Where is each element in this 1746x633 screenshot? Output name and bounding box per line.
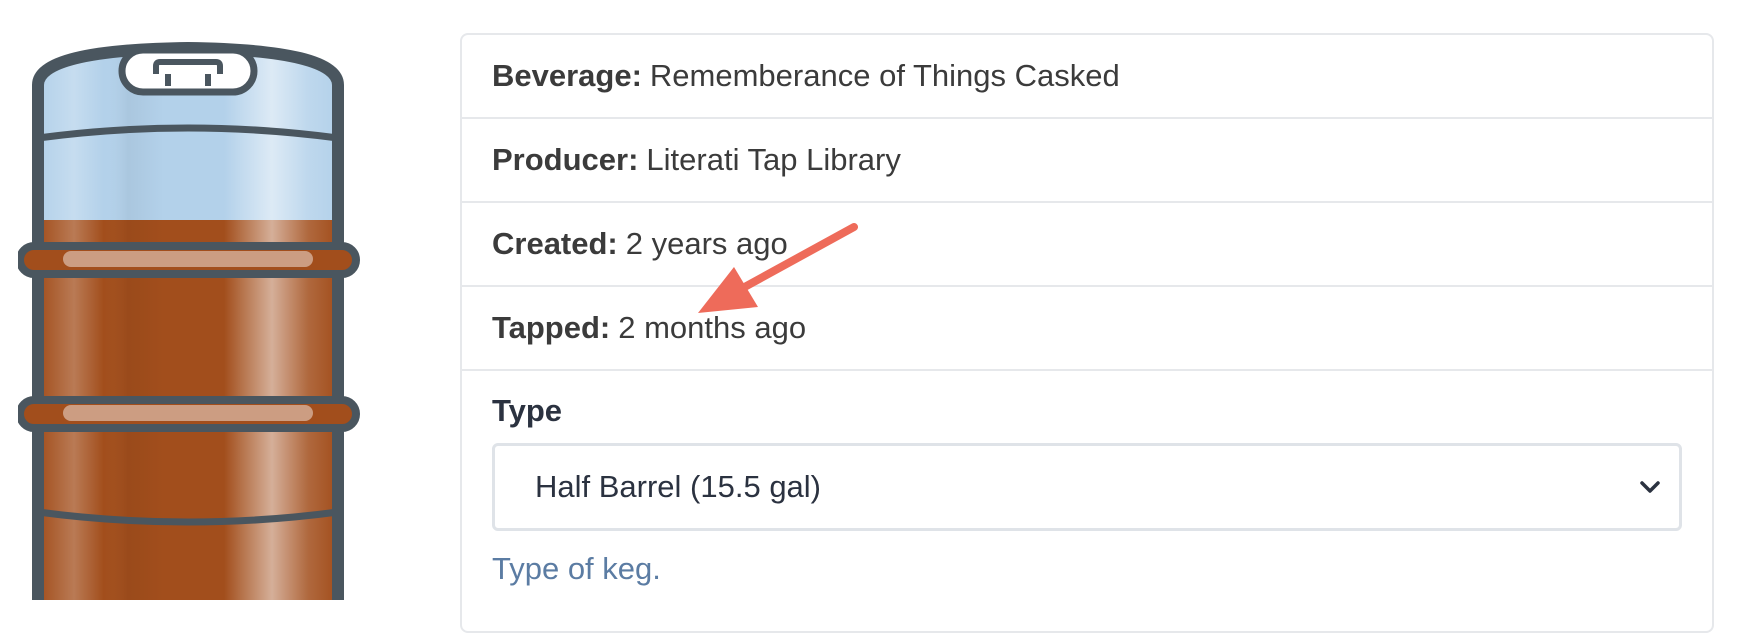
beverage-value: Rememberance of Things Casked [649, 58, 1120, 93]
beverage-label: Beverage: [492, 58, 642, 93]
created-row: Created: 2 years ago [462, 203, 1712, 287]
producer-row: Producer: Literati Tap Library [462, 119, 1712, 203]
keg-type-select[interactable]: Half Barrel (15.5 gal) [492, 443, 1682, 531]
chevron-down-icon [1640, 481, 1660, 493]
tapped-label: Tapped: [492, 310, 611, 345]
tapped-value: 2 months ago [618, 310, 807, 345]
keg-details-panel: Beverage: Rememberance of Things Casked … [460, 33, 1714, 633]
beverage-row: Beverage: Rememberance of Things Casked [462, 35, 1712, 119]
producer-value: Literati Tap Library [646, 142, 901, 177]
created-value: 2 years ago [625, 226, 788, 261]
keg-type-form-group: Type Half Barrel (15.5 gal) Type of keg. [462, 371, 1712, 587]
keg-type-selected-value: Half Barrel (15.5 gal) [535, 469, 822, 504]
type-label: Type [492, 393, 563, 428]
created-label: Created: [492, 226, 618, 261]
keg-illustration [18, 30, 398, 600]
keg-icon [18, 41, 360, 600]
producer-label: Producer: [492, 142, 639, 177]
tapped-row: Tapped: 2 months ago [462, 287, 1712, 371]
type-help-text: Type of keg. [492, 551, 661, 586]
